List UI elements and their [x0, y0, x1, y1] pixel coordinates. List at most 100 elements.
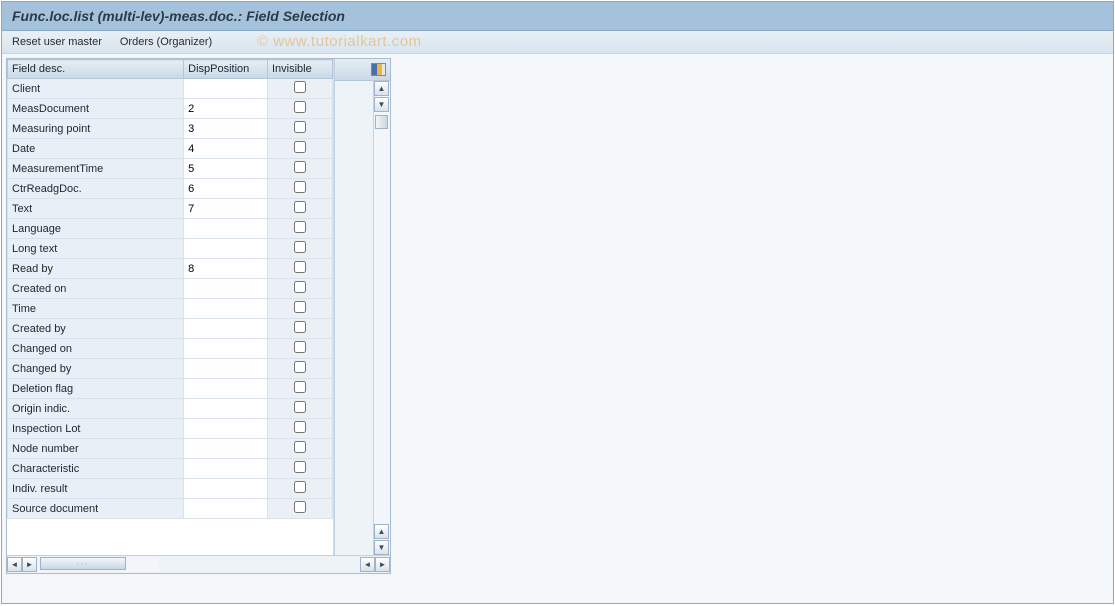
table-row[interactable]: Deletion flag — [8, 379, 333, 399]
field-desc-cell[interactable]: MeasDocument — [8, 99, 184, 119]
scroll-down-icon[interactable]: ▼ — [374, 97, 389, 112]
disp-position-input[interactable] — [188, 323, 263, 335]
invisible-checkbox[interactable] — [294, 201, 306, 213]
table-row[interactable]: Created by — [8, 319, 333, 339]
table-row[interactable]: Created on — [8, 279, 333, 299]
scroll-up-icon[interactable]: ▲ — [374, 81, 389, 96]
invisible-checkbox[interactable] — [294, 481, 306, 493]
table-row[interactable]: Text — [8, 199, 333, 219]
table-row[interactable]: Inspection Lot — [8, 419, 333, 439]
invisible-cell[interactable] — [267, 179, 332, 199]
disp-position-input[interactable] — [188, 183, 263, 195]
table-row[interactable]: Measuring point — [8, 119, 333, 139]
disp-position-cell[interactable] — [184, 239, 268, 259]
invisible-checkbox[interactable] — [294, 381, 306, 393]
field-desc-cell[interactable]: Changed on — [8, 339, 184, 359]
invisible-cell[interactable] — [267, 239, 332, 259]
invisible-cell[interactable] — [267, 479, 332, 499]
table-row[interactable]: Client — [8, 79, 333, 99]
disp-position-input[interactable] — [188, 243, 263, 255]
field-desc-cell[interactable]: Created by — [8, 319, 184, 339]
invisible-checkbox[interactable] — [294, 101, 306, 113]
invisible-cell[interactable] — [267, 399, 332, 419]
field-desc-cell[interactable]: Language — [8, 219, 184, 239]
invisible-cell[interactable] — [267, 139, 332, 159]
field-desc-cell[interactable]: Measuring point — [8, 119, 184, 139]
col-header-field-desc[interactable]: Field desc. — [8, 60, 184, 79]
scroll-down2-icon[interactable]: ▼ — [374, 540, 389, 555]
disp-position-cell[interactable] — [184, 159, 268, 179]
horizontal-scrollbar[interactable]: ◄ ► ∙∙∙ ◄ ► — [7, 555, 390, 573]
disp-position-input[interactable] — [188, 443, 263, 455]
disp-position-cell[interactable] — [184, 139, 268, 159]
invisible-cell[interactable] — [267, 119, 332, 139]
invisible-cell[interactable] — [267, 339, 332, 359]
invisible-cell[interactable] — [267, 99, 332, 119]
invisible-checkbox[interactable] — [294, 501, 306, 513]
invisible-checkbox[interactable] — [294, 461, 306, 473]
invisible-cell[interactable] — [267, 419, 332, 439]
invisible-cell[interactable] — [267, 199, 332, 219]
scroll-up2-icon[interactable]: ▲ — [374, 524, 389, 539]
invisible-checkbox[interactable] — [294, 161, 306, 173]
disp-position-input[interactable] — [188, 403, 263, 415]
invisible-checkbox[interactable] — [294, 401, 306, 413]
disp-position-cell[interactable] — [184, 499, 268, 519]
field-desc-cell[interactable]: Characteristic — [8, 459, 184, 479]
field-desc-cell[interactable]: Indiv. result — [8, 479, 184, 499]
invisible-checkbox[interactable] — [294, 141, 306, 153]
invisible-checkbox[interactable] — [294, 281, 306, 293]
table-row[interactable]: Origin indic. — [8, 399, 333, 419]
vertical-scroll-thumb[interactable] — [375, 115, 388, 129]
invisible-checkbox[interactable] — [294, 361, 306, 373]
disp-position-cell[interactable] — [184, 119, 268, 139]
disp-position-input[interactable] — [188, 363, 263, 375]
invisible-cell[interactable] — [267, 459, 332, 479]
disp-position-cell[interactable] — [184, 399, 268, 419]
disp-position-cell[interactable] — [184, 359, 268, 379]
invisible-cell[interactable] — [267, 359, 332, 379]
reset-user-master-link[interactable]: Reset user master — [12, 36, 102, 48]
invisible-checkbox[interactable] — [294, 421, 306, 433]
field-desc-cell[interactable]: CtrReadgDoc. — [8, 179, 184, 199]
disp-position-input[interactable] — [188, 203, 263, 215]
field-desc-cell[interactable]: Changed by — [8, 359, 184, 379]
disp-position-input[interactable] — [188, 83, 263, 95]
table-row[interactable]: Long text — [8, 239, 333, 259]
scroll-right-end-icon[interactable]: ► — [375, 557, 390, 572]
table-row[interactable]: Language — [8, 219, 333, 239]
disp-position-input[interactable] — [188, 103, 263, 115]
field-desc-cell[interactable]: Inspection Lot — [8, 419, 184, 439]
invisible-cell[interactable] — [267, 279, 332, 299]
table-row[interactable]: MeasDocument — [8, 99, 333, 119]
invisible-cell[interactable] — [267, 439, 332, 459]
table-row[interactable]: Date — [8, 139, 333, 159]
disp-position-cell[interactable] — [184, 379, 268, 399]
invisible-checkbox[interactable] — [294, 441, 306, 453]
invisible-cell[interactable] — [267, 159, 332, 179]
invisible-checkbox[interactable] — [294, 221, 306, 233]
disp-position-cell[interactable] — [184, 459, 268, 479]
invisible-cell[interactable] — [267, 499, 332, 519]
field-desc-cell[interactable]: MeasurementTime — [8, 159, 184, 179]
table-row[interactable]: Node number — [8, 439, 333, 459]
disp-position-input[interactable] — [188, 223, 263, 235]
disp-position-cell[interactable] — [184, 479, 268, 499]
field-desc-cell[interactable]: Node number — [8, 439, 184, 459]
field-desc-cell[interactable]: Created on — [8, 279, 184, 299]
field-desc-cell[interactable]: Long text — [8, 239, 184, 259]
disp-position-input[interactable] — [188, 423, 263, 435]
disp-position-input[interactable] — [188, 503, 263, 515]
disp-position-cell[interactable] — [184, 99, 268, 119]
invisible-checkbox[interactable] — [294, 81, 306, 93]
disp-position-input[interactable] — [188, 343, 263, 355]
disp-position-input[interactable] — [188, 263, 263, 275]
table-row[interactable]: MeasurementTime — [8, 159, 333, 179]
field-desc-cell[interactable]: Text — [8, 199, 184, 219]
invisible-checkbox[interactable] — [294, 181, 306, 193]
table-row[interactable]: Read by — [8, 259, 333, 279]
field-desc-cell[interactable]: Time — [8, 299, 184, 319]
disp-position-input[interactable] — [188, 303, 263, 315]
invisible-cell[interactable] — [267, 79, 332, 99]
col-header-disp-position[interactable]: DispPosition — [184, 60, 268, 79]
